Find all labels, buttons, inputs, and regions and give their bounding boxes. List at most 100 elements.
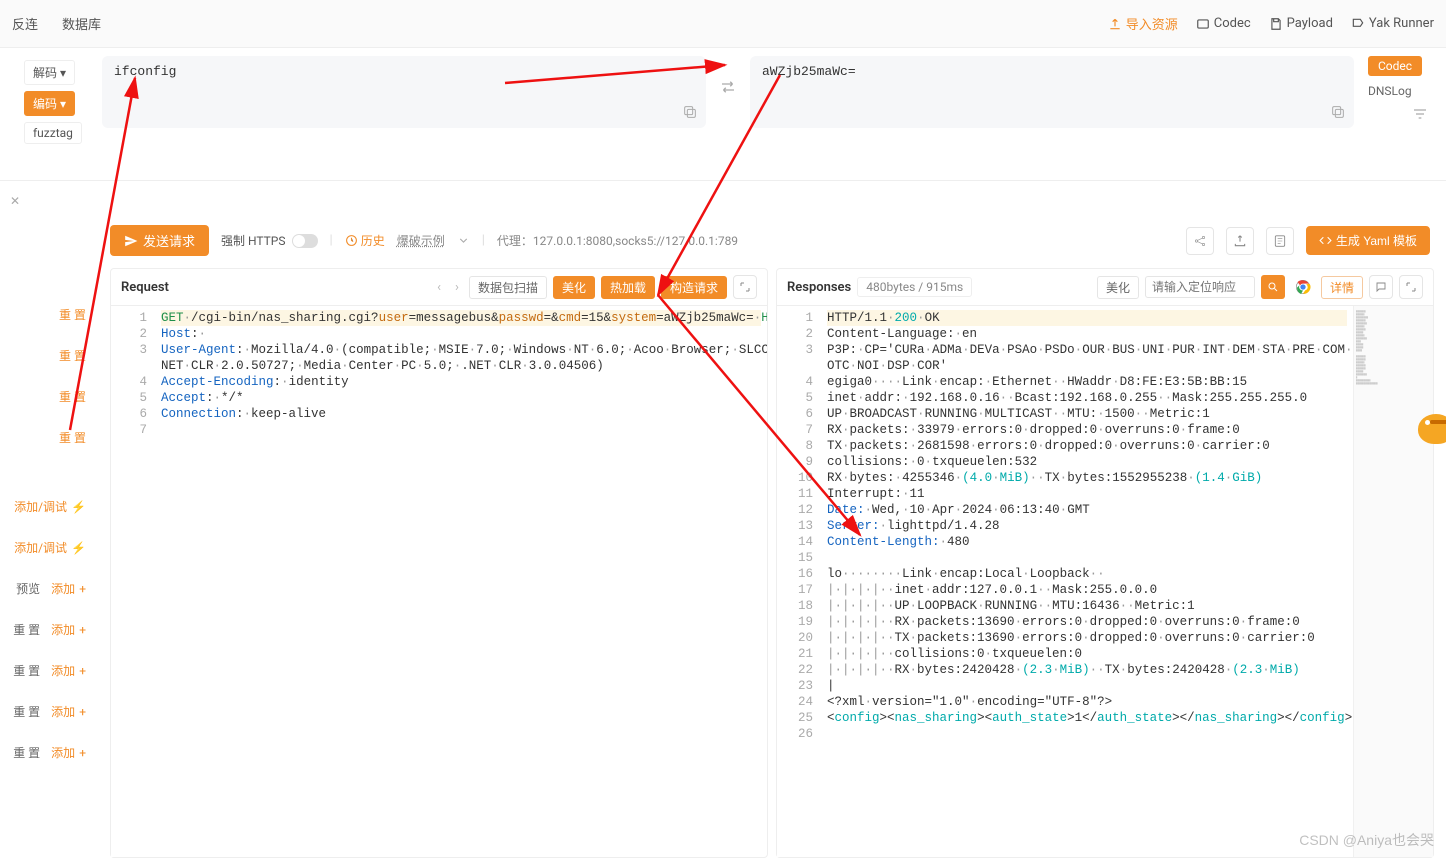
next-arrow[interactable]: ›: [451, 280, 463, 295]
chrome-button[interactable]: [1291, 275, 1315, 299]
reset-button[interactable]: 重 置: [55, 423, 90, 452]
request-header: Request ‹ › 数据包扫描 美化 热加载 构造请求: [111, 269, 767, 306]
chevron-down-icon[interactable]: [457, 234, 470, 247]
expand-icon: [739, 281, 751, 293]
minimap[interactable]: ████████████████████████████████████████…: [1353, 306, 1433, 857]
send-icon: [124, 234, 138, 248]
expand-response-button[interactable]: [1399, 275, 1423, 299]
note-button[interactable]: [1266, 227, 1294, 255]
response-title: Responses: [787, 280, 851, 295]
chat-icon: [1375, 281, 1387, 293]
payload-tool-button[interactable]: Payload: [1269, 16, 1333, 31]
request-title: Request: [121, 280, 169, 295]
reset-button[interactable]: 重 置: [55, 382, 90, 411]
force-https-toggle[interactable]: 强制 HTTPS: [221, 232, 317, 249]
request-code[interactable]: GET·/cgi-bin/nas_sharing.cgi?user=messag…: [155, 306, 767, 857]
codec-icon: [1196, 17, 1210, 31]
encode-input-text: ifconfig: [114, 64, 176, 79]
burst-example-button[interactable]: 爆破示例: [397, 232, 445, 249]
encode-button[interactable]: 编码▾: [24, 91, 75, 116]
reset-add-button[interactable]: 重 置 添加 +: [9, 656, 90, 685]
beautify-button[interactable]: 美化: [553, 276, 595, 299]
encode-right-tools: Codec DNSLog: [1362, 56, 1434, 122]
chevron-down-icon: ▾: [60, 66, 66, 80]
preview-add-button[interactable]: 预览 添加 +: [12, 574, 90, 603]
chat-button[interactable]: [1369, 275, 1393, 299]
panels: Request ‹ › 数据包扫描 美化 热加载 构造请求 123 4567 G…: [0, 268, 1446, 858]
response-panel: Responses 480bytes / 915ms 美化 详情 123 456…: [776, 268, 1434, 858]
top-tabs-bar: 反连 数据库 导入资源 Codec Payload Yak Runner: [0, 0, 1446, 48]
response-stats: 480bytes / 915ms: [857, 277, 972, 297]
sort-icon: [1412, 106, 1428, 122]
swap-icon: [719, 78, 737, 96]
close-icon[interactable]: ✕: [6, 194, 20, 208]
encode-output[interactable]: aWZjb25maWc=: [750, 56, 1354, 128]
export-icon: [1233, 234, 1247, 248]
encode-output-text: aWZjb25maWc=: [762, 64, 856, 79]
detail-button[interactable]: 详情: [1321, 276, 1363, 299]
response-header: Responses 480bytes / 915ms 美化 详情: [777, 269, 1433, 306]
proxy-label: 代理：127.0.0.1:8080,socks5://127.0.0.1:789: [497, 232, 738, 249]
encode-row: 解码▾ 编码▾ fuzztag ifconfig aWZjb25maWc= Co…: [0, 48, 1446, 180]
reset-button[interactable]: 重 置: [55, 341, 90, 370]
bolt-icon: ⚡: [71, 541, 86, 555]
search-response-button[interactable]: [1261, 275, 1285, 299]
beautify-response-button[interactable]: 美化: [1097, 276, 1139, 299]
encode-input[interactable]: ifconfig: [102, 56, 706, 128]
encode-mode-buttons: 解码▾ 编码▾ fuzztag: [24, 60, 94, 144]
clock-icon: [345, 234, 358, 247]
save-icon: [1269, 17, 1283, 31]
prev-arrow[interactable]: ‹: [433, 280, 445, 295]
upload-icon: [1108, 17, 1122, 31]
expand-icon: [1405, 281, 1417, 293]
chrome-icon: [1295, 279, 1311, 295]
request-gutter: 123 4567: [111, 306, 155, 857]
codec-tool-button[interactable]: Codec: [1196, 16, 1251, 31]
search-icon: [1267, 281, 1279, 293]
expand-button[interactable]: [733, 275, 757, 299]
chevron-down-icon: ▾: [60, 97, 66, 111]
share-button[interactable]: [1186, 227, 1214, 255]
response-editor[interactable]: 123 456789101112131415161718192021222324…: [777, 306, 1433, 857]
import-resource-button[interactable]: 导入资源: [1108, 14, 1178, 33]
swap-button[interactable]: [714, 78, 742, 96]
response-gutter: 123 456789101112131415161718192021222324…: [777, 306, 821, 857]
mascot-icon: [1406, 410, 1446, 450]
decode-button[interactable]: 解码▾: [24, 60, 75, 85]
hotload-button[interactable]: 热加载: [601, 276, 655, 299]
left-sidebar-strip: ✕ 重 置 重 置 重 置 重 置 添加/调试 ⚡ 添加/调试 ⚡ 预览 添加 …: [0, 188, 96, 773]
reset-add-button[interactable]: 重 置 添加 +: [9, 697, 90, 726]
request-panel: Request ‹ › 数据包扫描 美化 热加载 构造请求 123 4567 G…: [110, 268, 768, 858]
reset-button[interactable]: 重 置: [55, 300, 90, 329]
note-icon: [1273, 234, 1287, 248]
watermark: CSDN @Aniya也会哭: [1299, 830, 1434, 850]
reset-add-button[interactable]: 重 置 添加 +: [9, 615, 90, 644]
response-code[interactable]: HTTP/1.1·200·OKContent-Language:·enP3P:·…: [821, 306, 1353, 857]
action-row: 发送请求 强制 HTTPS | 历史 爆破示例 | 代理：127.0.0.1:8…: [0, 213, 1446, 268]
fuzztag-button[interactable]: fuzztag: [24, 122, 82, 144]
copy-icon[interactable]: [682, 104, 698, 120]
send-request-button[interactable]: 发送请求: [110, 225, 209, 256]
history-button[interactable]: 历史: [345, 232, 385, 249]
export-button[interactable]: [1226, 227, 1254, 255]
tab-reverse[interactable]: 反连: [12, 14, 38, 33]
copy-icon[interactable]: [1330, 104, 1346, 120]
codec-button[interactable]: Codec: [1368, 56, 1422, 76]
add-debug-button[interactable]: 添加/调试 ⚡: [10, 533, 90, 562]
dnslog-button[interactable]: DNSLog: [1368, 84, 1412, 98]
runner-icon: [1351, 17, 1365, 31]
generate-yaml-button[interactable]: 生成 Yaml 模板: [1306, 226, 1430, 255]
code-icon: [1319, 234, 1332, 247]
scan-packet-button[interactable]: 数据包扫描: [469, 276, 547, 299]
toggle-switch[interactable]: [292, 234, 318, 248]
tab-database[interactable]: 数据库: [62, 14, 101, 33]
bolt-icon: ⚡: [71, 500, 86, 514]
locate-response-input[interactable]: [1145, 276, 1255, 298]
share-icon: [1193, 234, 1207, 248]
yak-runner-button[interactable]: Yak Runner: [1351, 16, 1434, 31]
add-debug-button[interactable]: 添加/调试 ⚡: [10, 492, 90, 521]
sort-button[interactable]: [1412, 106, 1434, 122]
request-editor[interactable]: 123 4567 GET·/cgi-bin/nas_sharing.cgi?us…: [111, 306, 767, 857]
construct-request-button[interactable]: 构造请求: [661, 276, 727, 299]
reset-add-button[interactable]: 重 置 添加 +: [9, 738, 90, 767]
